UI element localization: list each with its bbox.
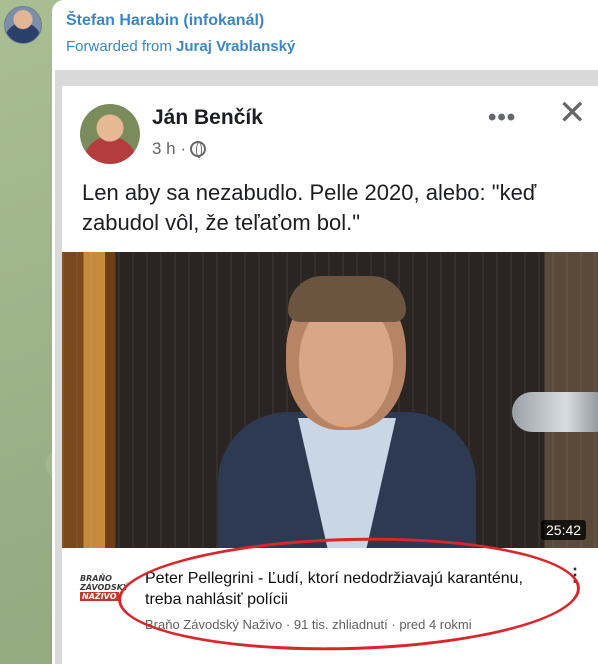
- forwarded-prefix: Forwarded from: [66, 38, 172, 55]
- close-icon: ✕: [558, 94, 587, 132]
- video-duration: 25:42: [541, 520, 587, 540]
- post-time-text: 3 h ·: [152, 139, 187, 158]
- post-text: Len aby sa nezabudlo. Pelle 2020, alebo:…: [82, 180, 537, 235]
- post-author-avatar: [80, 104, 140, 164]
- sender-avatar[interactable]: [4, 6, 42, 44]
- post-author-name: Ján Benčík: [152, 106, 263, 129]
- video-thumbnail: [62, 252, 598, 548]
- microphone-icon: [512, 392, 598, 432]
- sender-name[interactable]: Štefan Harabin (infokanál): [66, 12, 264, 30]
- channel-logo-line: BRAŇO: [80, 574, 112, 583]
- person-hair: [288, 276, 406, 322]
- forwarded-from: Forwarded from Juraj Vrablanský: [66, 38, 295, 55]
- more-options-icon: •••: [488, 104, 517, 131]
- forwarded-source-name[interactable]: Juraj Vrablanský: [176, 38, 295, 55]
- globe-icon: [190, 141, 207, 158]
- post-timestamp: 3 h ·: [152, 139, 207, 159]
- channel-logo-live: NAŽIVO: [80, 592, 119, 601]
